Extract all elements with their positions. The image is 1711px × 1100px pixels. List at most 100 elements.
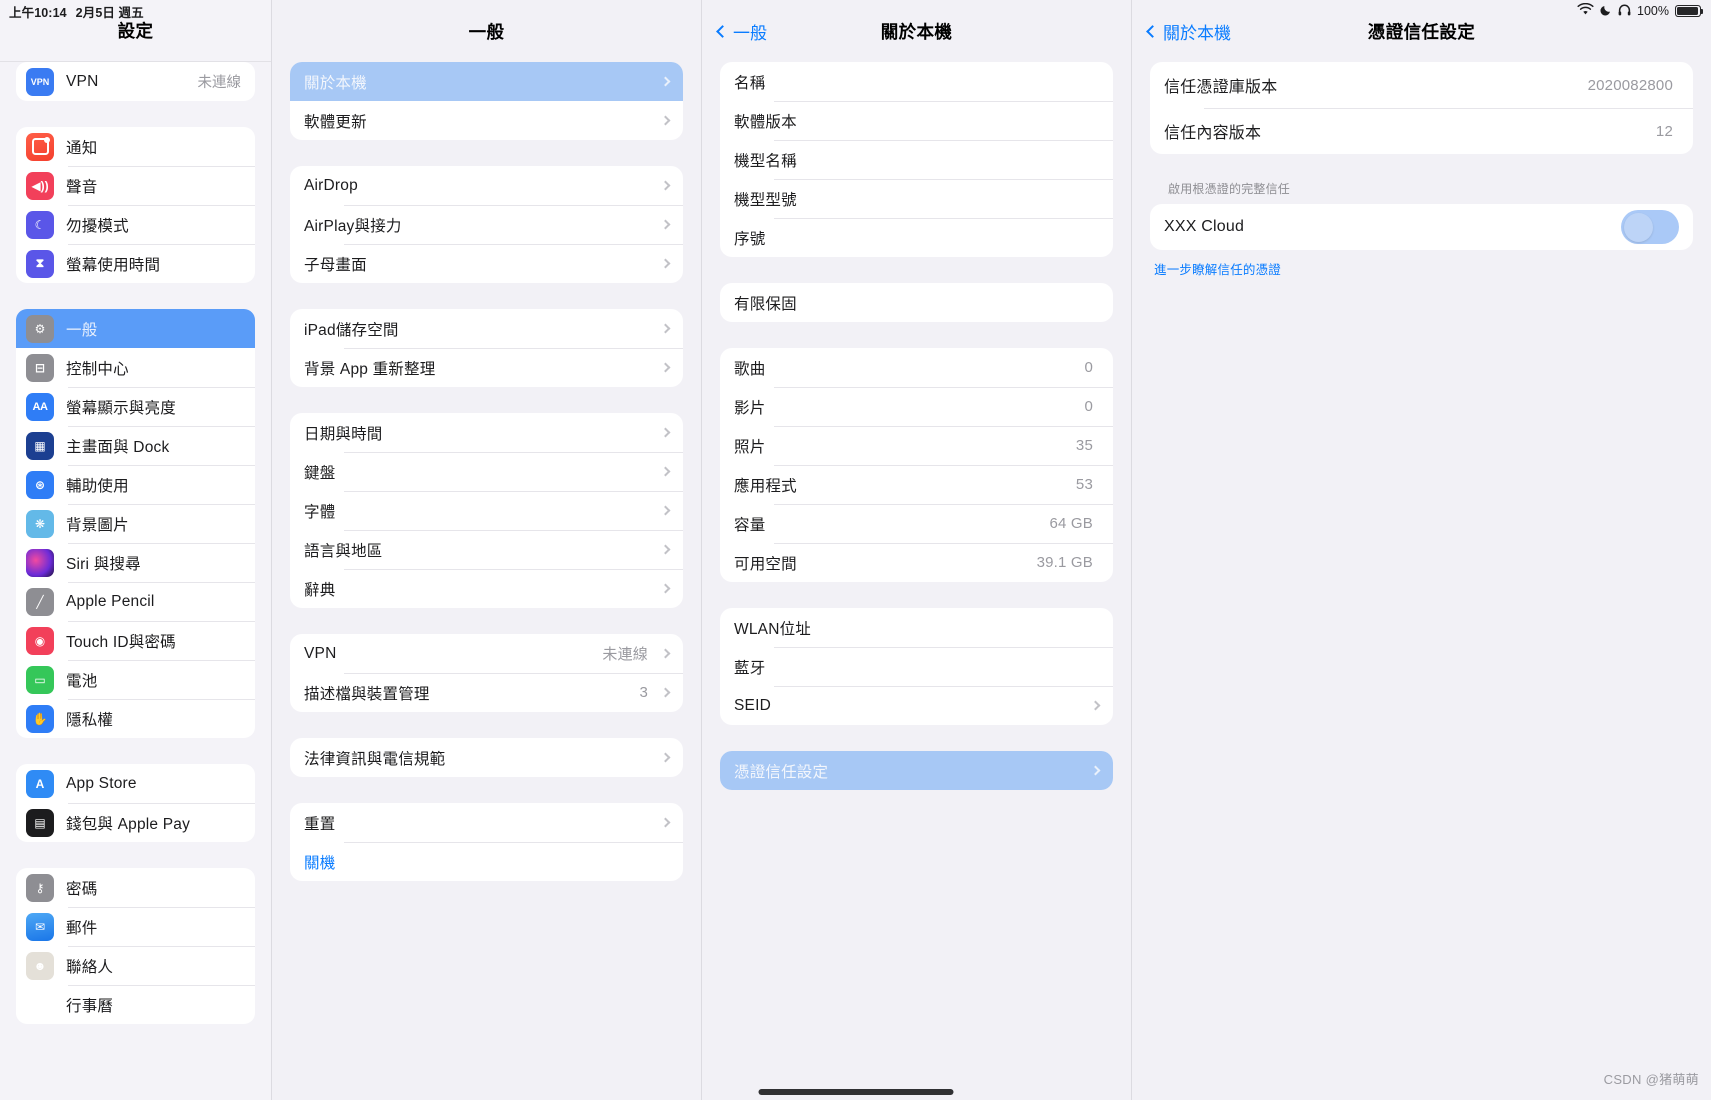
general-scroll[interactable]: 關於本機軟體更新 AirDrop AirPlay與接力 子母畫面 iPad儲存空間 背景 … <box>272 62 701 1100</box>
sidebar-item-2-1[interactable]: ⊟ 控制中心 <box>16 348 255 387</box>
sidebar-item-label: 輔助使用 <box>66 477 129 495</box>
about-row-2-5[interactable]: 可用空間 39.1 GB <box>720 543 1113 582</box>
sidebar-item-label: Siri 與搜尋 <box>66 555 141 573</box>
about-row-3-2[interactable]: SEID <box>720 686 1113 725</box>
sidebar-item-4-2[interactable]: ☻ 聯絡人 <box>16 946 255 985</box>
about-row-label: 容量 <box>734 516 766 534</box>
sidebar-item-4-0[interactable]: ⚷ 密碼 <box>16 868 255 907</box>
general-group: AirDrop AirPlay與接力 子母畫面 <box>290 166 683 283</box>
sidebar-item-3-1[interactable]: ▤ 錢包與 Apple Pay <box>16 803 255 842</box>
sidebar-item-2-6[interactable]: Siri 與搜尋 <box>16 543 255 582</box>
general-row-4-0[interactable]: VPN 未連線 <box>290 634 683 673</box>
chevron-right-icon <box>660 219 671 230</box>
general-row-label: 關於本機 <box>304 74 367 92</box>
cert-version-label: 信任內容版本 <box>1164 125 1262 142</box>
general-row-label: 描述檔與裝置管理 <box>304 685 430 703</box>
general-row-3-1[interactable]: 鍵盤 <box>290 452 683 491</box>
about-row-value: 35 <box>1075 437 1093 454</box>
general-row-6-0[interactable]: 重置 <box>290 803 683 842</box>
sidebar-item-0-0[interactable]: VPN VPN 未連線 <box>16 62 255 101</box>
sidebar-item-label: 密碼 <box>66 880 98 898</box>
sidebar-item-1-2[interactable]: ☾ 勿擾模式 <box>16 205 255 244</box>
general-row-1-2[interactable]: 子母畫面 <box>290 244 683 283</box>
cert-back-button[interactable]: 關於本機 <box>1146 19 1231 44</box>
about-row-0-1[interactable]: 軟體版本 <box>720 101 1113 140</box>
cert-version-value: 12 <box>1655 122 1673 140</box>
sidebar-scroll[interactable]: VPN VPN 未連線 通知 ◀)) 聲音 ☾ 勿擾模式 ⧗ 螢幕使用時間 ⚙ 一般 ⊟ 控制中心 AA 螢幕… <box>0 62 271 1100</box>
general-row-5-0[interactable]: 法律資訊與電信規範 <box>290 738 683 777</box>
general-row-label: VPN <box>304 644 337 662</box>
cert-version-card: 信任憑證庫版本 2020082800 信任內容版本 12 <box>1150 62 1693 154</box>
sidebar-item-1-1[interactable]: ◀)) 聲音 <box>16 166 255 205</box>
about-row-0-2[interactable]: 機型名稱 <box>720 140 1113 179</box>
about-row-value: 39.1 GB <box>1036 554 1093 571</box>
about-row-0-3[interactable]: 機型型號 <box>720 179 1113 218</box>
about-row-1-0[interactable]: 有限保固 <box>720 283 1113 322</box>
about-row-label: 應用程式 <box>734 477 797 495</box>
sidebar-item-2-0[interactable]: ⚙ 一般 <box>16 309 255 348</box>
about-scroll[interactable]: 名稱軟體版本機型名稱機型型號序號有限保固歌曲 0 影片 0 照片 35 應用程式 53 容量 64… <box>702 62 1131 1100</box>
general-row-3-2[interactable]: 字體 <box>290 491 683 530</box>
cert-trust-toggle[interactable] <box>1621 210 1679 244</box>
general-row-0-1[interactable]: 軟體更新 <box>290 101 683 140</box>
sidebar-item-3-0[interactable]: A App Store <box>16 764 255 803</box>
about-row-label: 軟體版本 <box>734 113 797 131</box>
sidebar-item-2-9[interactable]: ▭ 電池 <box>16 660 255 699</box>
notifications-icon <box>26 132 54 161</box>
sidebar-item-1-3[interactable]: ⧗ 螢幕使用時間 <box>16 244 255 283</box>
about-group: 名稱軟體版本機型名稱機型型號序號 <box>720 62 1113 257</box>
about-row-label: 有限保固 <box>734 295 797 313</box>
cert-scroll[interactable]: 信任憑證庫版本 2020082800 信任內容版本 12 啟用根憑證的完整信任 XXX… <box>1132 62 1711 1100</box>
general-row-label: 法律資訊與電信規範 <box>304 750 446 768</box>
cert-trust-row[interactable]: XXX Cloud <box>1150 204 1693 250</box>
general-row-0-0[interactable]: 關於本機 <box>290 62 683 101</box>
sidebar-item-1-0[interactable]: 通知 <box>16 127 255 166</box>
general-group: 重置 關機 <box>290 803 683 881</box>
sidebar-item-2-5[interactable]: ❋ 背景圖片 <box>16 504 255 543</box>
sidebar-item-label: 聯絡人 <box>66 958 114 976</box>
sidebar-item-2-8[interactable]: ◉ Touch ID與密碼 <box>16 621 255 660</box>
about-row-3-0[interactable]: WLAN位址 <box>720 608 1113 647</box>
cert-trust-card: XXX Cloud <box>1150 204 1693 250</box>
about-row-2-3[interactable]: 應用程式 53 <box>720 465 1113 504</box>
general-row-1-0[interactable]: AirDrop <box>290 166 683 205</box>
sidebar-item-4-3[interactable]: ▤ 行事曆 <box>16 985 255 1024</box>
sidebar-item-label: 錢包與 Apple Pay <box>66 815 191 833</box>
general-row-2-1[interactable]: 背景 App 重新整理 <box>290 348 683 387</box>
general-row-4-1[interactable]: 描述檔與裝置管理 3 <box>290 673 683 712</box>
general-group: 日期與時間鍵盤 字體 語言與地區 辭典 <box>290 413 683 608</box>
general-row-label: 軟體更新 <box>304 113 367 131</box>
about-row-3-1[interactable]: 藍牙 <box>720 647 1113 686</box>
general-row-2-0[interactable]: iPad儲存空間 <box>290 309 683 348</box>
about-row-2-0[interactable]: 歌曲 0 <box>720 348 1113 387</box>
sidebar-group: VPN VPN 未連線 <box>16 62 255 101</box>
general-row-3-3[interactable]: 語言與地區 <box>290 530 683 569</box>
general-row-3-0[interactable]: 日期與時間 <box>290 413 683 452</box>
general-row-value: 3 <box>639 684 648 701</box>
about-row-label: 歌曲 <box>734 360 766 378</box>
general-row-6-1[interactable]: 關機 <box>290 842 683 881</box>
sidebar-item-2-2[interactable]: AA 螢幕顯示與亮度 <box>16 387 255 426</box>
about-row-2-4[interactable]: 容量 64 GB <box>720 504 1113 543</box>
about-row-0-0[interactable]: 名稱 <box>720 62 1113 101</box>
about-row-4-0[interactable]: 憑證信任設定 <box>720 751 1113 790</box>
about-row-2-2[interactable]: 照片 35 <box>720 426 1113 465</box>
about-group: 憑證信任設定 <box>720 751 1113 790</box>
about-row-label: 機型名稱 <box>734 152 797 170</box>
key-icon: ⚷ <box>26 873 54 902</box>
about-row-2-1[interactable]: 影片 0 <box>720 387 1113 426</box>
sidebar-item-2-7[interactable]: ╱ Apple Pencil <box>16 582 255 621</box>
general-row-3-4[interactable]: 辭典 <box>290 569 683 608</box>
about-row-label: 序號 <box>734 230 766 248</box>
general-row-1-1[interactable]: AirPlay與接力 <box>290 205 683 244</box>
sidebar-item-4-1[interactable]: ✉ 郵件 <box>16 907 255 946</box>
sidebar-item-2-4[interactable]: ⊛ 輔助使用 <box>16 465 255 504</box>
sidebar-item-2-3[interactable]: ▦ 主畫面與 Dock <box>16 426 255 465</box>
cert-learn-more-link[interactable]: 進一步瞭解信任的憑證 <box>1150 250 1693 278</box>
sidebar-item-2-10[interactable]: ✋ 隱私權 <box>16 699 255 738</box>
cert-version-row-0: 信任憑證庫版本 2020082800 <box>1150 62 1693 108</box>
about-row-0-4[interactable]: 序號 <box>720 218 1113 257</box>
general-row-label: 日期與時間 <box>304 425 383 443</box>
about-back-button[interactable]: 一般 <box>716 19 767 44</box>
general-group: 關於本機 軟體更新 <box>290 62 683 140</box>
